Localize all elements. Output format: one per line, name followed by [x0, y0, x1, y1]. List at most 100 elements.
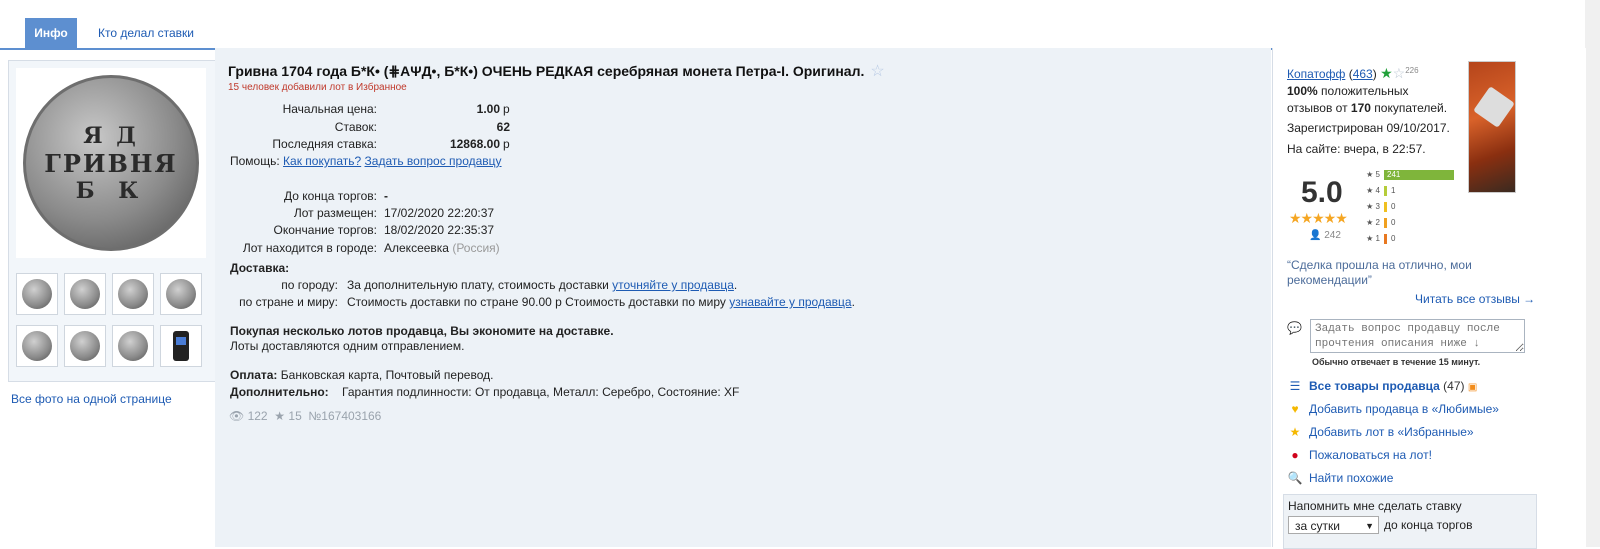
list-icon: ☰: [1289, 379, 1301, 393]
lot-title: Гривна 1704 года Б*К• (⋕АΨД•, Б*К•) ОЧЕН…: [228, 63, 865, 79]
heart-icon: ♥: [1291, 402, 1299, 416]
reply-time: Обычно отвечает в течение 15 минут.: [1312, 357, 1481, 367]
star-icon: ★: [274, 409, 286, 423]
coin-text-line: Б К: [75, 177, 147, 204]
rating-bar: [1384, 202, 1387, 212]
seller-name-link[interactable]: Копатофф: [1287, 67, 1345, 81]
rating-bar-count: 0: [1391, 234, 1396, 244]
country-value: (Россия): [452, 241, 500, 255]
outline-star-icon: ☆: [1392, 65, 1406, 81]
thumbnail[interactable]: [64, 273, 106, 315]
extra-row: Дополнительно: Гарантия подлинности: От …: [230, 385, 739, 399]
review-quote: “Сделка прошла на отлично, мои рекоменда…: [1287, 258, 1472, 287]
rating-bar-row: ★ 4 1: [1362, 186, 1395, 198]
positive-line: 100% положительных: [1287, 84, 1409, 98]
rating-bar-count: 0: [1391, 202, 1396, 212]
thumbnail[interactable]: [16, 325, 58, 367]
main-photo[interactable]: Я Д ГРИВНЯ Б К: [16, 68, 206, 258]
chat-icon: 💬: [1287, 321, 1302, 335]
coin-image: Я Д ГРИВНЯ Б К: [23, 75, 199, 251]
report-link[interactable]: Пожаловаться на лот!: [1309, 448, 1432, 462]
all-photos-link[interactable]: Все фото на одной странице: [11, 392, 172, 406]
thumbnail[interactable]: [112, 325, 154, 367]
add-lot-fav-row[interactable]: ★ Добавить лот в «Избранные»: [1287, 425, 1474, 439]
help-row: Помощь: Как покупать? Задать вопрос прод…: [230, 154, 502, 168]
rating-bar-row: ★ 2 0: [1362, 218, 1395, 230]
lot-number: №167403166: [308, 409, 382, 423]
rating-bar: [1384, 186, 1387, 196]
rss-icon[interactable]: ▣: [1468, 382, 1477, 393]
thumbnail[interactable]: [112, 273, 154, 315]
add-seller-fav-link[interactable]: Добавить продавца в «Любимые»: [1309, 402, 1499, 416]
rating-star-label: ★ 4: [1366, 186, 1380, 196]
rating-bar: [1384, 234, 1387, 244]
rating-star-label: ★ 5: [1366, 170, 1380, 180]
world-delivery-link[interactable]: узнавайте у продавца: [729, 295, 851, 309]
bids-value: 62: [496, 120, 510, 134]
tab-bidders[interactable]: Кто делал ставки: [98, 18, 194, 48]
ends-in-label: До конца торгов:: [283, 189, 377, 203]
read-all-reviews-link[interactable]: Читать все отзывы →: [1415, 292, 1535, 306]
extra-label: Дополнительно:: [230, 385, 329, 399]
city-value: Алексеевка: [384, 241, 449, 255]
user-icon: 👤: [1309, 230, 1322, 241]
rating-bar-count: 1: [1391, 186, 1396, 196]
find-similar-row[interactable]: 🔍 Найти похожие: [1287, 471, 1394, 485]
add-seller-fav-row[interactable]: ♥ Добавить продавца в «Любимые»: [1287, 402, 1499, 416]
placed-label: Лот размещен:: [293, 206, 377, 220]
remind-option: за сутки: [1295, 519, 1340, 533]
buyers-count: 170: [1350, 101, 1371, 115]
world-delivery-text: Стоимость доставки по стране 90.00 р Сто…: [347, 295, 726, 309]
city-label: Лот находится в городе:: [242, 241, 377, 255]
favorite-star-icon[interactable]: ☆: [870, 61, 884, 81]
city-delivery-text: За дополнительную плату, стоимость доста…: [347, 278, 609, 292]
chevron-down-icon: ▼: [1365, 521, 1374, 531]
start-price-currency: р: [503, 102, 510, 116]
rating-bar: [1384, 218, 1387, 228]
add-lot-fav-link[interactable]: Добавить лот в «Избранные»: [1309, 425, 1474, 439]
views-count: 122: [247, 409, 268, 423]
remind-title: Напомнить мне сделать ставку: [1288, 499, 1462, 513]
ask-seller-input[interactable]: [1310, 319, 1525, 353]
remind-after: до конца торгов: [1384, 518, 1473, 532]
city-delivery-link[interactable]: уточняйте у продавца: [612, 278, 734, 292]
find-similar-link[interactable]: Найти похожие: [1309, 471, 1393, 485]
stars-count: 15: [288, 409, 302, 423]
rating-bar-count: 241: [1387, 170, 1401, 179]
placed-value: 17/02/2020 22:20:37: [384, 206, 495, 220]
ask-seller-link[interactable]: Задать вопрос продавцу: [365, 154, 502, 168]
world-delivery-row: Стоимость доставки по стране 90.00 р Сто…: [347, 295, 855, 309]
city-delivery-label: по городу:: [281, 278, 338, 292]
tab-info[interactable]: Инфо: [25, 18, 77, 48]
thumbnail[interactable]: [160, 325, 202, 367]
seller-avatar[interactable]: [1468, 61, 1516, 193]
rating-star-label: ★ 3: [1366, 202, 1380, 212]
rating-bar-count: 0: [1391, 218, 1396, 228]
green-star-icon: ★: [1380, 65, 1393, 81]
remind-period-select[interactable]: за сутки ▼: [1288, 516, 1379, 534]
delivery-label: Доставка:: [230, 261, 290, 275]
last-bid-value: 12868.00: [449, 137, 500, 151]
thumbnail[interactable]: [160, 273, 202, 315]
scrollbar[interactable]: [1585, 0, 1600, 547]
coin-text-line: ГРИВНЯ: [44, 148, 178, 178]
report-row[interactable]: ● Пожаловаться на лот!: [1287, 448, 1432, 462]
all-items-link[interactable]: Все товары продавца: [1309, 379, 1440, 393]
positive-text: положительных: [1321, 84, 1409, 98]
last-bid-label: Последняя ставка:: [272, 137, 377, 151]
reviews-line: отзывов от 170 покупателей.: [1287, 101, 1447, 115]
multi-lot-title: Покупая несколько лотов продавца, Вы эко…: [230, 324, 614, 338]
eye-icon: 👁: [229, 409, 245, 423]
thumbnail[interactable]: [64, 325, 106, 367]
city-delivery-row: За дополнительную плату, стоимость доста…: [347, 278, 738, 292]
votes-row: 👤 242: [1309, 230, 1341, 241]
seller-rating-count[interactable]: 463: [1353, 67, 1373, 81]
online-status: На сайте: вчера, в 22:57.: [1287, 142, 1426, 156]
ended-label: Окончание торгов:: [273, 223, 378, 237]
start-price-label: Начальная цена:: [282, 102, 377, 116]
thumbnail[interactable]: [16, 273, 58, 315]
all-items-link-row[interactable]: ☰ Все товары продавца (47) ▣: [1287, 379, 1478, 393]
alert-icon: ●: [1291, 448, 1299, 462]
how-to-buy-link[interactable]: Как покупать?: [283, 154, 361, 168]
search-icon: 🔍: [1287, 471, 1303, 485]
